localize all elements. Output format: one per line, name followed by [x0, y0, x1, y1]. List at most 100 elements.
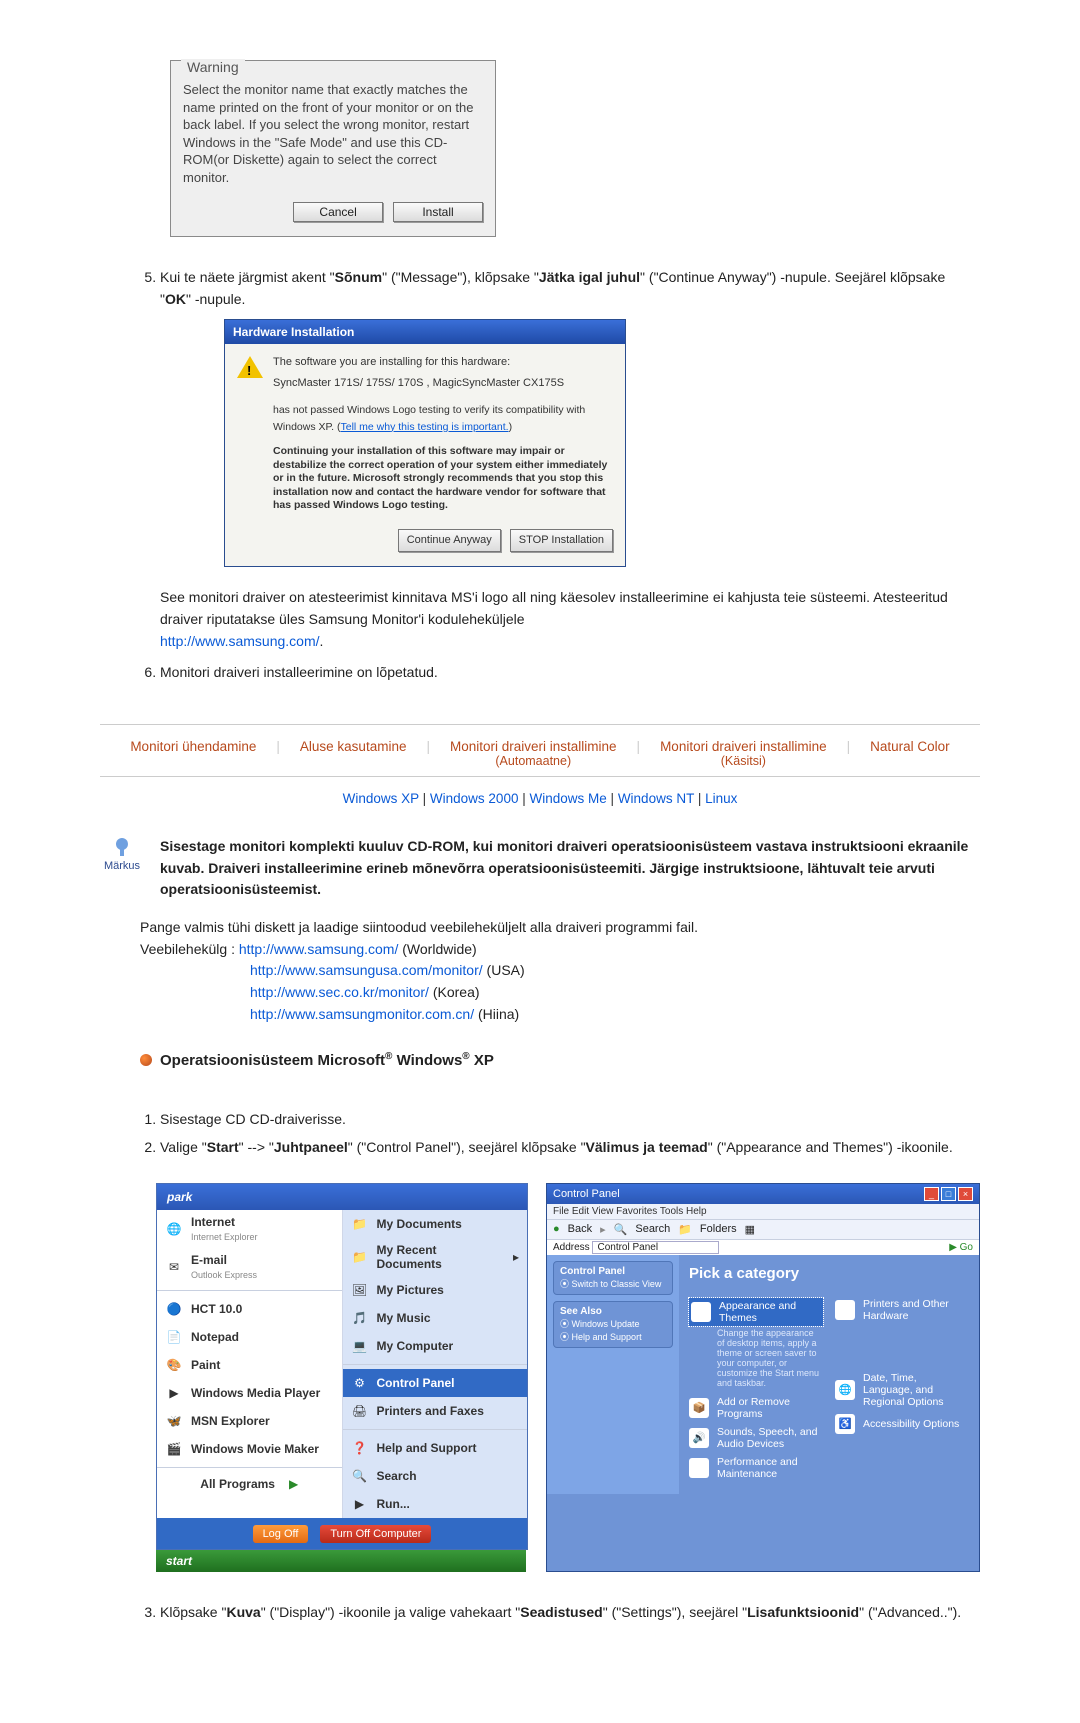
dl-link-3[interactable]: http://www.samsungmonitor.com.cn/ — [250, 1006, 474, 1022]
start-left-item[interactable]: ▶Windows Media Player — [157, 1379, 342, 1407]
log-off-button[interactable]: Log Off — [253, 1525, 309, 1543]
cp-sidebar: Control Panel ⦿ Switch to Classic View S… — [547, 1255, 679, 1494]
taskbar-start[interactable]: start — [156, 1550, 526, 1572]
stop-installation-button[interactable]: STOP Installation — [510, 529, 613, 552]
tab-driver-auto[interactable]: Monitori draiveri installimine(Automaatn… — [450, 739, 617, 768]
tell-me-link[interactable]: Tell me why this testing is important. — [341, 421, 509, 433]
start-left-item[interactable]: 🎬Windows Movie Maker — [157, 1435, 342, 1463]
start-right-item[interactable]: ▶Run... — [343, 1490, 528, 1518]
start-left-item[interactable]: 🌐InternetInternet Explorer — [157, 1210, 342, 1248]
start-right-item[interactable]: 📁My Recent Documents ▸ — [343, 1238, 528, 1276]
start-right-item[interactable]: 💻My Computer — [343, 1332, 528, 1360]
continue-anyway-button[interactable]: Continue Anyway — [398, 529, 501, 552]
start-menu-screenshot: park 🌐InternetInternet Explorer✉E-mailOu… — [156, 1183, 526, 1572]
app-icon: 🎨 — [165, 1356, 183, 1374]
folder-icon: 🖼 — [351, 1281, 369, 1299]
dl-link-2[interactable]: http://www.sec.co.kr/monitor/ — [250, 984, 429, 1000]
start-left-item[interactable]: 🎨Paint — [157, 1351, 342, 1379]
cp-toolbar[interactable]: ● Back ▸ 🔍Search 📁Folders ▦ — [547, 1219, 979, 1240]
sounds-icon: 🔊 — [689, 1428, 709, 1448]
install-button[interactable]: Install — [393, 202, 483, 222]
cp-cat-sounds[interactable]: 🔊Sounds, Speech, and Audio Devices — [689, 1426, 823, 1450]
download-intro: Pange valmis tühi diskett ja laadige sii… — [140, 917, 980, 939]
tab-monitor-connect[interactable]: Monitori ühendamine — [130, 739, 256, 768]
impair-warning: Continuing your installation of this sof… — [273, 445, 613, 513]
certification-note: See monitori draiver on atesteerimist ki… — [160, 589, 948, 627]
os-links-row: Windows XP | Windows 2000 | Windows Me |… — [100, 791, 980, 806]
start-right-item[interactable]: 📁My Documents — [343, 1210, 528, 1238]
warning-body-text: Select the monitor name that exactly mat… — [183, 81, 483, 186]
tab-driver-manual[interactable]: Monitori draiveri installimine(Käsitsi) — [660, 739, 827, 768]
os-heading: Operatsioonisüsteem Microsoft® Windows® … — [140, 1051, 980, 1069]
link-windows-2000[interactable]: Windows 2000 — [430, 791, 519, 806]
addremove-icon: 📦 — [689, 1398, 709, 1418]
cp-cat-access[interactable]: ♿Accessibility Options — [835, 1414, 969, 1434]
cp-cat-performance[interactable]: ⚙Performance and Maintenance — [689, 1456, 823, 1480]
link-windows-xp[interactable]: Windows XP — [343, 791, 419, 806]
link-linux[interactable]: Linux — [705, 791, 737, 806]
cancel-button[interactable]: Cancel — [293, 202, 383, 222]
folder-icon: ⚙ — [351, 1374, 369, 1392]
warning-icon — [237, 356, 263, 378]
all-programs[interactable]: All Programs ▶ — [157, 1472, 342, 1496]
start-control-panel[interactable]: ⚙Control Panel — [343, 1369, 528, 1397]
themes-icon: 🖼 — [691, 1302, 711, 1322]
folder-icon: 🎵 — [351, 1309, 369, 1327]
folder-icon: 📁 — [351, 1215, 369, 1233]
start-left-item[interactable]: ✉E-mailOutlook Express — [157, 1248, 342, 1286]
folder-icon: ❓ — [351, 1439, 369, 1457]
start-menu-user: park — [157, 1184, 527, 1210]
app-icon: ✉ — [165, 1258, 183, 1276]
tab-natural-color[interactable]: Natural Color — [870, 739, 950, 768]
not-passed-line: has not passed Windows Logo testing to v… — [273, 402, 613, 435]
control-panel-screenshot: Control Panel _□× File Edit View Favorit… — [546, 1183, 980, 1572]
folder-icon: 🔍 — [351, 1467, 369, 1485]
link-windows-nt[interactable]: Windows NT — [618, 791, 694, 806]
folder-icon: 💻 — [351, 1337, 369, 1355]
performance-icon: ⚙ — [689, 1458, 709, 1478]
dl-link-1[interactable]: http://www.samsungusa.com/monitor/ — [250, 962, 483, 978]
website-label: Veebilehekülg : — [140, 941, 235, 957]
bullet-icon — [140, 1054, 152, 1066]
folder-icon: 📁 — [351, 1248, 369, 1266]
app-icon: 📄 — [165, 1328, 183, 1346]
start-right-item[interactable]: 🔍Search — [343, 1462, 528, 1490]
hardware-installation-dialog: Hardware Installation The software you a… — [224, 319, 626, 567]
note-text: Sisestage monitori komplekti kuuluv CD-R… — [160, 836, 980, 901]
start-left-item[interactable]: 🔵HCT 10.0 — [157, 1295, 342, 1323]
xp-step-2: Valige "Start" --> "Juhtpaneel" ("Contro… — [160, 1137, 980, 1159]
app-icon: 🎬 — [165, 1440, 183, 1458]
window-buttons[interactable]: _□× — [922, 1187, 973, 1201]
start-left-item[interactable]: 📄Notepad — [157, 1323, 342, 1351]
step-6: Monitori draiveri installeerimine on lõp… — [160, 662, 980, 684]
xp-step-1: Sisestage CD CD-draiverisse. — [160, 1109, 980, 1131]
start-right-item[interactable]: ❓Help and Support — [343, 1434, 528, 1462]
cp-cat-printers[interactable]: 🖨Printers and Other Hardware — [835, 1298, 969, 1322]
app-icon: 🦋 — [165, 1412, 183, 1430]
warning-dialog: Warning Select the monitor name that exa… — [170, 60, 496, 237]
start-left-item[interactable]: 🦋MSN Explorer — [157, 1407, 342, 1435]
date-icon: 🌐 — [835, 1380, 855, 1400]
folder-icon: 🖨 — [351, 1402, 369, 1420]
accessibility-icon: ♿ — [835, 1414, 855, 1434]
xp-step-3: Klõpsake "Kuva" ("Display") -ikoonile ja… — [160, 1602, 980, 1624]
link-windows-me[interactable]: Windows Me — [530, 791, 607, 806]
start-right-item[interactable]: 🎵My Music — [343, 1304, 528, 1332]
turn-off-button[interactable]: Turn Off Computer — [320, 1525, 431, 1543]
note-badge: Märkus — [100, 836, 144, 872]
software-line: The software you are installing for this… — [273, 354, 613, 371]
start-right-item[interactable]: 🖨Printers and Faxes — [343, 1397, 528, 1425]
app-icon: ▶ — [165, 1384, 183, 1402]
section-tabs: Monitori ühendamine | Aluse kasutamine |… — [100, 724, 980, 777]
cp-cat-date[interactable]: 🌐Date, Time, Language, and Regional Opti… — [835, 1372, 969, 1408]
folder-icon: ▶ — [351, 1495, 369, 1513]
cp-menubar[interactable]: File Edit View Favorites Tools Help — [547, 1204, 979, 1219]
cp-cat-addremove[interactable]: 📦Add or Remove Programs — [689, 1396, 823, 1420]
dl-link-0[interactable]: http://www.samsung.com/ — [239, 941, 399, 957]
printers-icon: 🖨 — [835, 1300, 855, 1320]
samsung-link[interactable]: http://www.samsung.com/ — [160, 633, 320, 649]
pushpin-icon — [108, 836, 136, 858]
start-right-item[interactable]: 🖼My Pictures — [343, 1276, 528, 1304]
tab-base-use[interactable]: Aluse kasutamine — [300, 739, 407, 768]
cp-cat-appearance[interactable]: 🖼 Appearance and Themes — [689, 1298, 823, 1326]
